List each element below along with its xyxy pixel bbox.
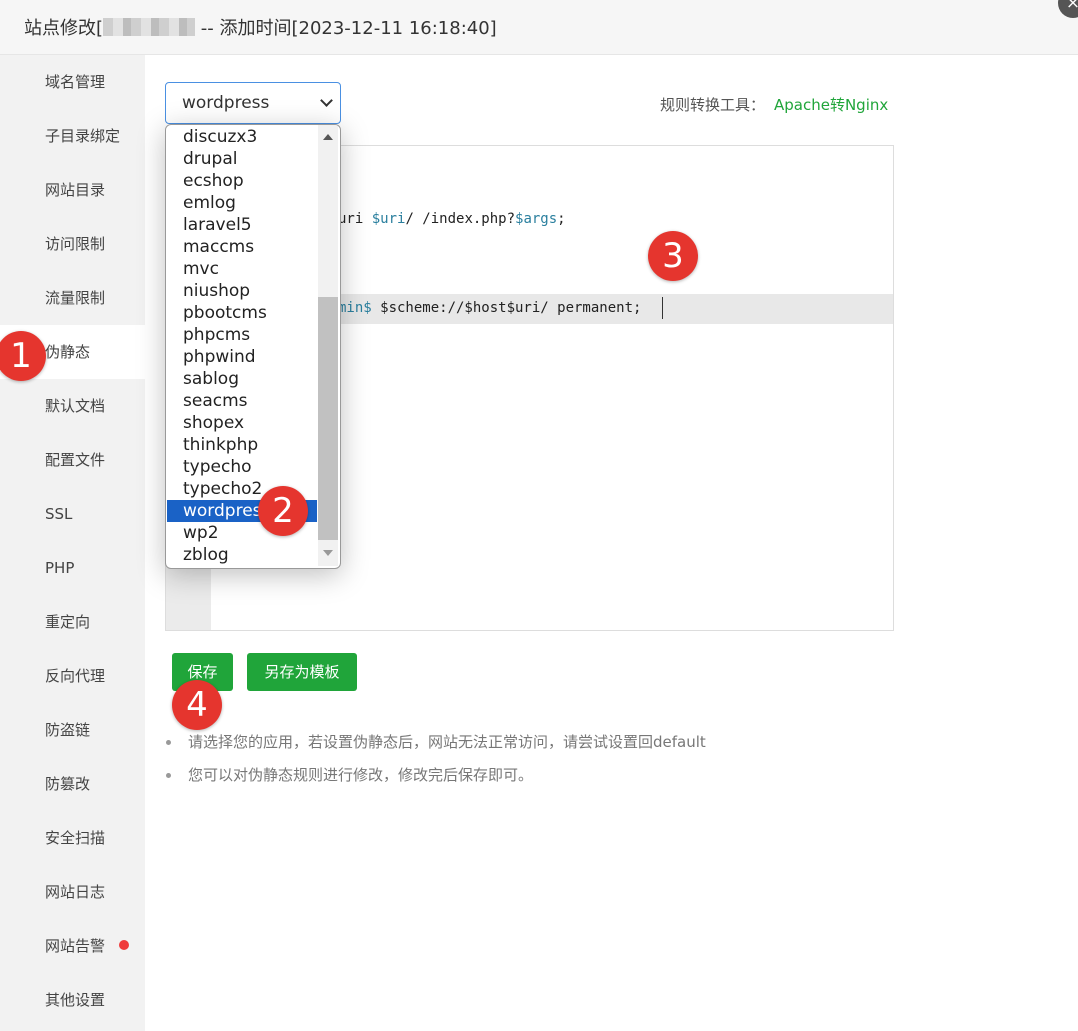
option-seacms[interactable]: seacms [167,390,317,412]
option-phpwind[interactable]: phpwind [167,346,317,368]
sidebar-item-site-log[interactable]: 网站日志 [0,865,145,919]
scroll-up-arrow-icon[interactable] [323,134,333,140]
alert-dot-icon [119,940,129,950]
sidebar-item-other-settings[interactable]: 其他设置 [0,973,145,1027]
option-phpcms[interactable]: phpcms [167,324,317,346]
dialog-header: 站点修改[ -- 添加时间[2023-12-11 16:18:40] [0,0,1078,55]
sidebar-item-label: 网站告警 [45,937,106,955]
option-discuzx3[interactable]: discuzx3 [167,126,317,148]
step-marker-3: 3 [648,231,698,281]
sidebar-item-domain[interactable]: 域名管理 [0,55,145,109]
tip-item: 您可以对伪静态规则进行修改，修改完后保存即可。 [165,764,706,797]
step-marker-2: 2 [258,486,308,536]
apache-to-nginx-link[interactable]: Apache转Nginx [774,94,888,115]
scrollbar-thumb[interactable] [318,297,338,540]
rule-converter-label: 规则转换工具： [660,96,766,114]
option-thinkphp[interactable]: thinkphp [167,434,317,456]
sidebar-item-reverse-proxy[interactable]: 反向代理 [0,649,145,703]
sidebar-item-traffic-limit[interactable]: 流量限制 [0,271,145,325]
sidebar-item-config-file[interactable]: 配置文件 [0,433,145,487]
save-as-template-button[interactable]: 另存为模板 [247,653,357,691]
title-suffix: -- 添加时间[2023-12-11 16:18:40] [195,18,497,39]
template-dropdown-list[interactable]: discuzx3 drupal ecshop emlog laravel5 ma… [165,124,341,569]
sidebar-item-access-limit[interactable]: 访问限制 [0,217,145,271]
code-line: uri $uri/ /index.php?$args; [338,211,566,227]
redacted-site-name [103,18,196,36]
help-tips: 请选择您的应用，若设置伪静态后，网站无法正常访问，请尝试设置回default 您… [165,731,706,797]
select-value: wordpress [182,93,270,113]
sidebar-item-redirect[interactable]: 重定向 [0,595,145,649]
sidebar-item-ssl[interactable]: SSL [0,487,145,541]
text-cursor [662,297,663,319]
sidebar-item-default-doc[interactable]: 默认文档 [0,379,145,433]
option-ecshop[interactable]: ecshop [167,170,317,192]
sidebar-item-subdir[interactable]: 子目录绑定 [0,109,145,163]
sidebar-item-site-dir[interactable]: 网站目录 [0,163,145,217]
option-laravel5[interactable]: laravel5 [167,214,317,236]
step-marker-4: 4 [172,680,222,730]
sidebar-item-hotlink[interactable]: 防盗链 [0,703,145,757]
option-maccms[interactable]: maccms [167,236,317,258]
option-pbootcms[interactable]: pbootcms [167,302,317,324]
option-emlog[interactable]: emlog [167,192,317,214]
code-line: min$ $scheme://$host$uri/ permanent; [338,300,642,316]
tip-item: 请选择您的应用，若设置伪静态后，网站无法正常访问，请尝试设置回default [165,731,706,764]
dropdown-scrollbar[interactable] [318,125,338,566]
chevron-down-icon [320,94,333,107]
title-prefix: 站点修改[ [24,18,104,39]
sidebar-item-tamper[interactable]: 防篡改 [0,757,145,811]
option-zblog[interactable]: zblog [167,544,317,566]
option-shopex[interactable]: shopex [167,412,317,434]
option-niushop[interactable]: niushop [167,280,317,302]
sidebar-item-site-alert[interactable]: 网站告警 [0,919,145,973]
dialog-title: 站点修改[ -- 添加时间[2023-12-11 16:18:40] [24,14,497,40]
option-mvc[interactable]: mvc [167,258,317,280]
rewrite-template-select[interactable]: wordpress [165,82,341,124]
sidebar-item-php[interactable]: PHP [0,541,145,595]
option-sablog[interactable]: sablog [167,368,317,390]
scroll-down-arrow-icon[interactable] [323,550,333,556]
sidebar: 域名管理 子目录绑定 网站目录 访问限制 流量限制 伪静态 默认文档 配置文件 … [0,55,145,1031]
sidebar-item-security-scan[interactable]: 安全扫描 [0,811,145,865]
option-typecho[interactable]: typecho [167,456,317,478]
option-drupal[interactable]: drupal [167,148,317,170]
